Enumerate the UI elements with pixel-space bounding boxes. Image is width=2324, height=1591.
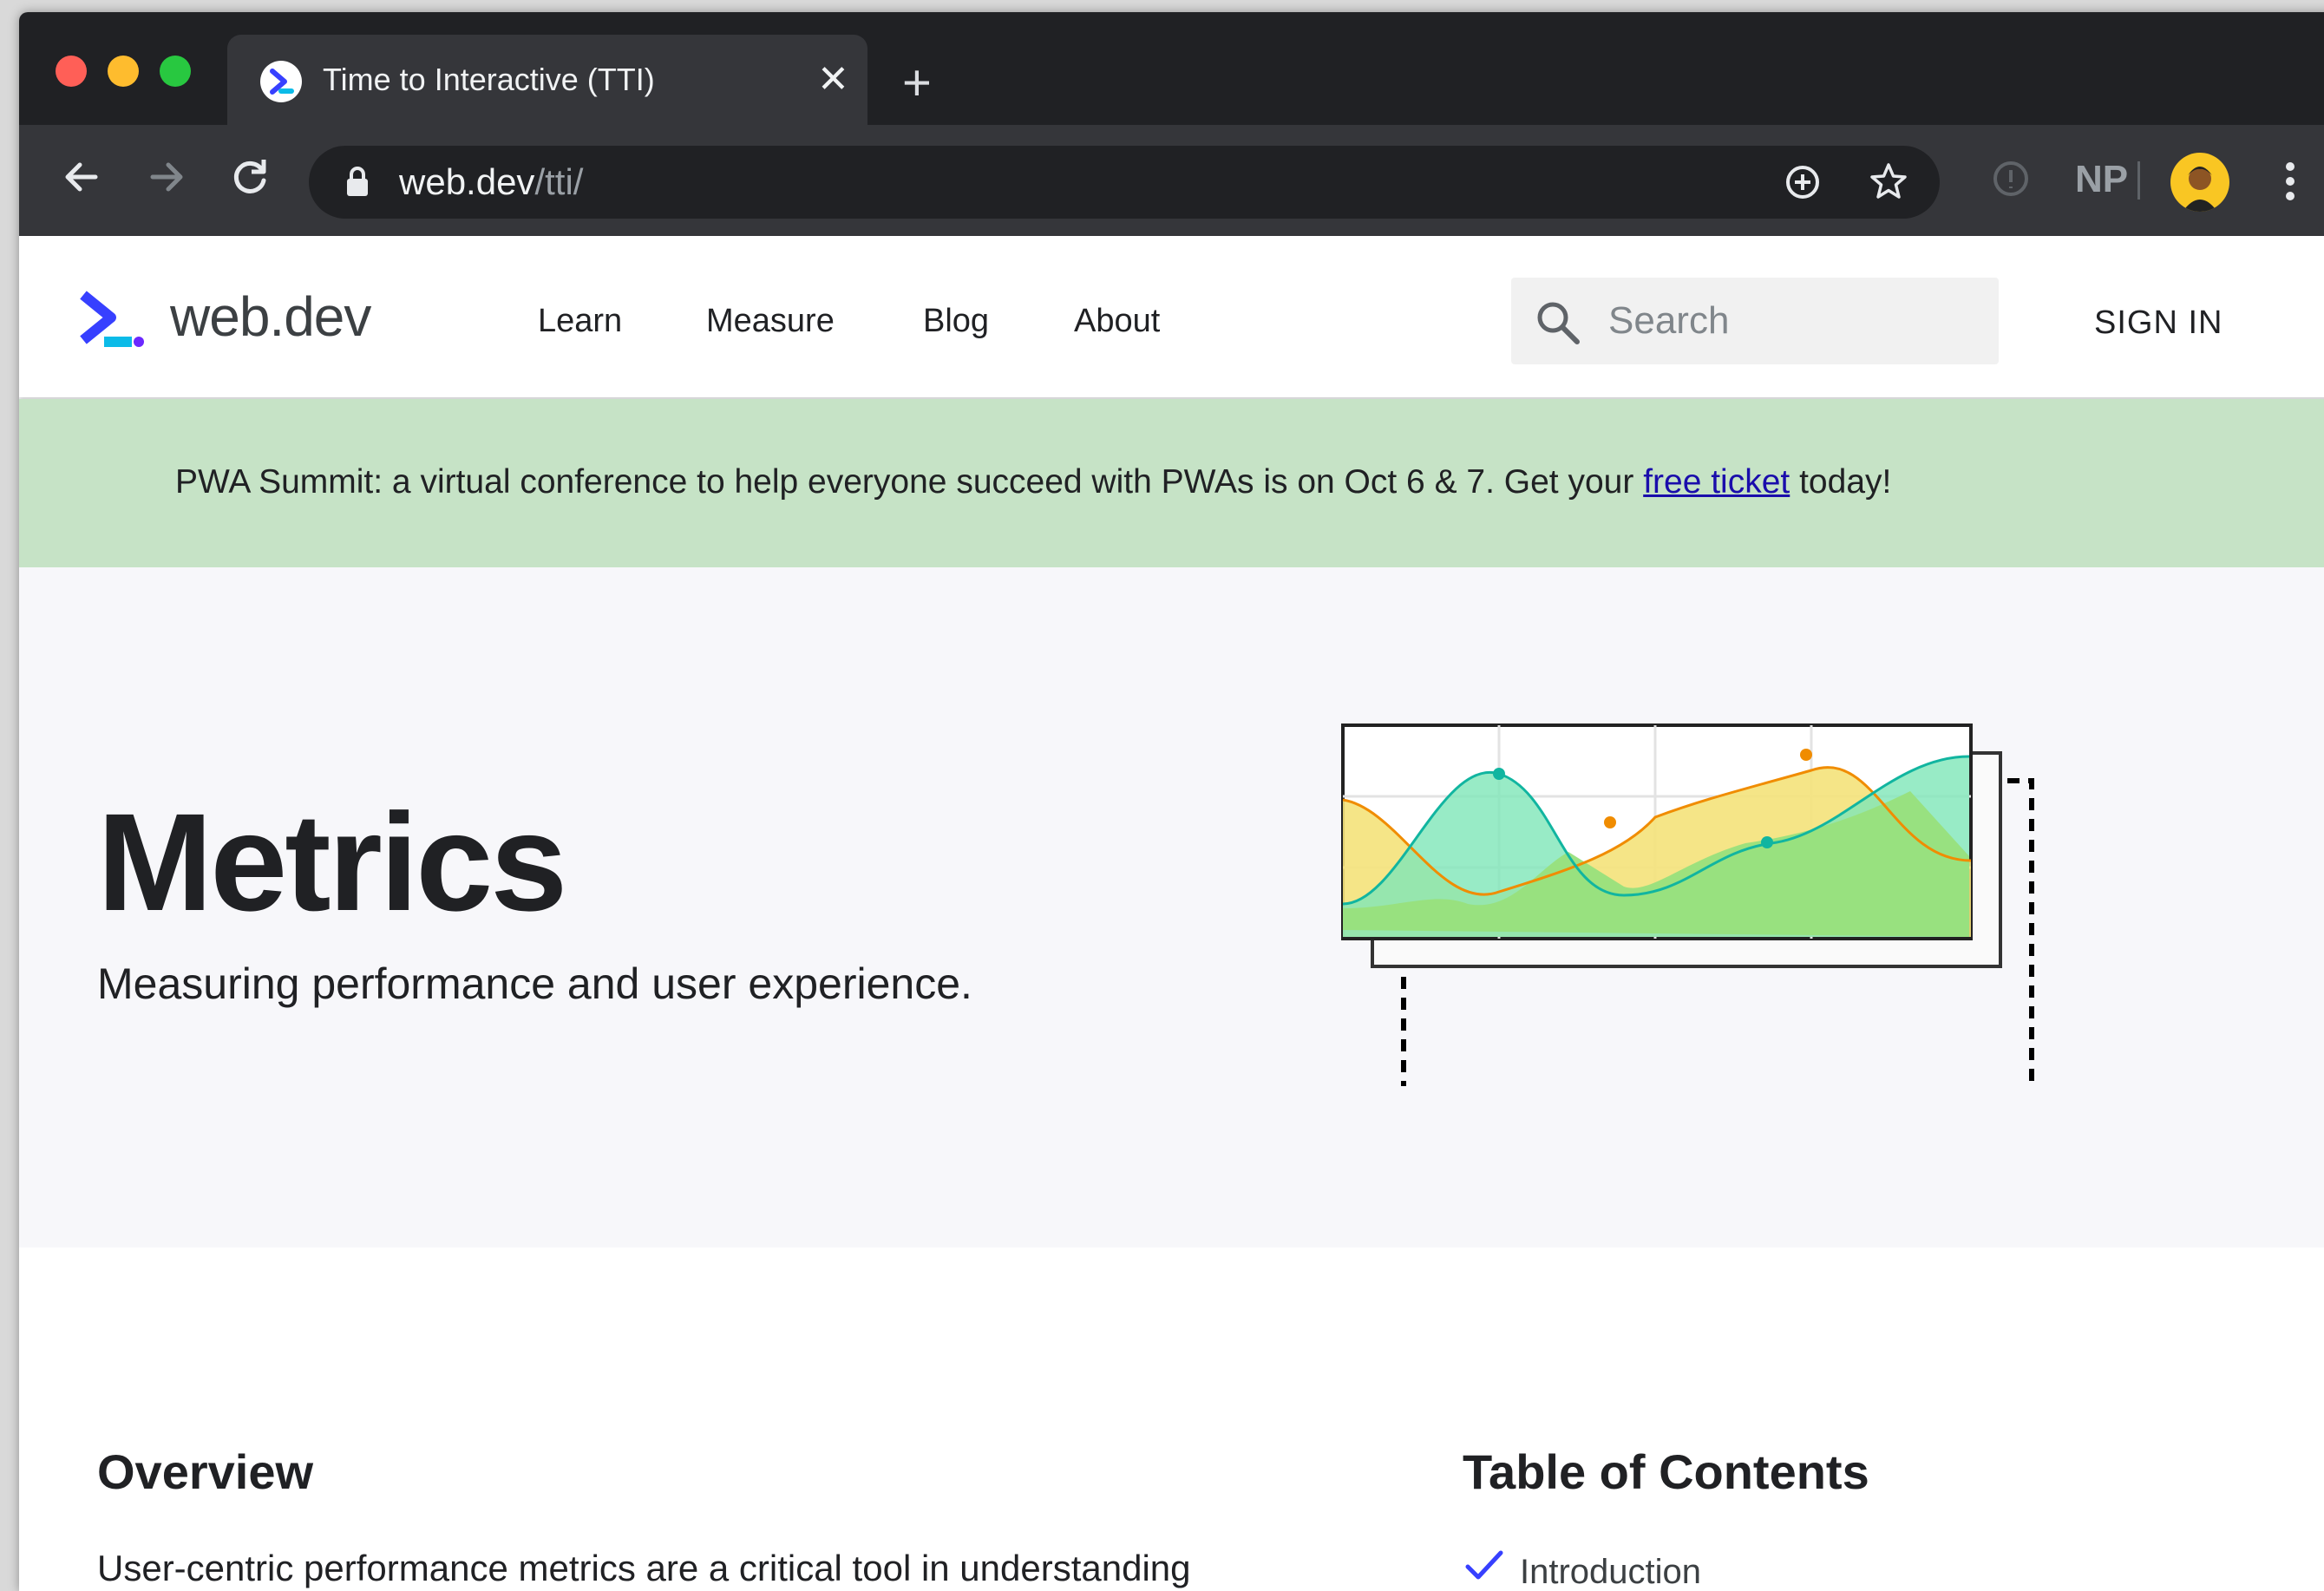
page-subtitle: Measuring performance and user experienc…: [97, 959, 972, 1008]
search-placeholder: Search: [1608, 299, 1730, 342]
nav-learn[interactable]: Learn: [538, 300, 622, 342]
extension-np[interactable]: NP: [2075, 158, 2128, 201]
banner-text: PWA Summit: a virtual conference to help…: [175, 463, 1892, 501]
lock-icon: [342, 165, 373, 204]
webdev-favicon-icon: [260, 61, 302, 102]
profile-avatar[interactable]: [2170, 153, 2229, 212]
close-window-button[interactable]: [56, 56, 87, 87]
close-tab-icon[interactable]: ✕: [817, 57, 849, 102]
overview-paragraph: User-centric performance metrics are a c…: [97, 1548, 1191, 1588]
announcement-banner: PWA Summit: a virtual conference to help…: [19, 399, 2324, 567]
main-content: Overview User-centric performance metric…: [19, 1247, 2324, 1591]
overview-heading: Overview: [97, 1444, 314, 1499]
webdev-logo-icon[interactable]: [78, 290, 147, 355]
sign-in-button[interactable]: SIGN IN: [2094, 302, 2223, 344]
free-ticket-link[interactable]: free ticket: [1643, 463, 1790, 501]
reload-icon[interactable]: [224, 151, 276, 214]
browser-toolbar: web.dev/tti/ NP: [19, 125, 2324, 236]
new-tab-button[interactable]: +: [902, 57, 932, 109]
brand-wordmark[interactable]: web.dev: [170, 286, 371, 347]
tab-strip: Time to Interactive (TTI) ✕ +: [19, 12, 2324, 125]
url-text: web.dev/tti/: [399, 161, 584, 202]
browser-menu-icon[interactable]: [2281, 160, 2299, 207]
tab-title: Time to Interactive (TTI): [323, 62, 655, 97]
extension-info-icon[interactable]: [1990, 158, 2032, 204]
page-title: Metrics: [97, 784, 567, 940]
metrics-illustration: [1338, 722, 2066, 1103]
minimize-window-button[interactable]: [108, 56, 139, 87]
toc-heading: Table of Contents: [1463, 1444, 1869, 1499]
nav-blog[interactable]: Blog: [923, 300, 989, 342]
browser-window: Time to Interactive (TTI) ✕ + web.dev/tt…: [19, 12, 2324, 1591]
checkmark-icon: [1463, 1544, 1506, 1591]
search-box[interactable]: Search: [1511, 278, 1999, 364]
nav-measure[interactable]: Measure: [706, 300, 835, 342]
forward-arrow-icon[interactable]: [141, 151, 193, 214]
zoom-window-button[interactable]: [160, 56, 191, 87]
bookmark-star-icon[interactable]: [1867, 160, 1910, 207]
hero-section: Metrics Measuring performance and user e…: [19, 567, 2324, 1247]
toolbar-divider: [2137, 161, 2140, 200]
active-tab[interactable]: Time to Interactive (TTI) ✕: [227, 35, 867, 125]
install-app-icon[interactable]: [1782, 161, 1823, 207]
nav-about[interactable]: About: [1074, 300, 1160, 342]
toc-item-introduction[interactable]: Introduction: [1520, 1548, 1701, 1591]
address-bar[interactable]: web.dev/tti/: [309, 146, 1940, 219]
back-arrow-icon[interactable]: [56, 151, 108, 214]
site-header: web.dev Learn Measure Blog About Search …: [19, 236, 2324, 397]
search-icon: [1534, 298, 1582, 351]
